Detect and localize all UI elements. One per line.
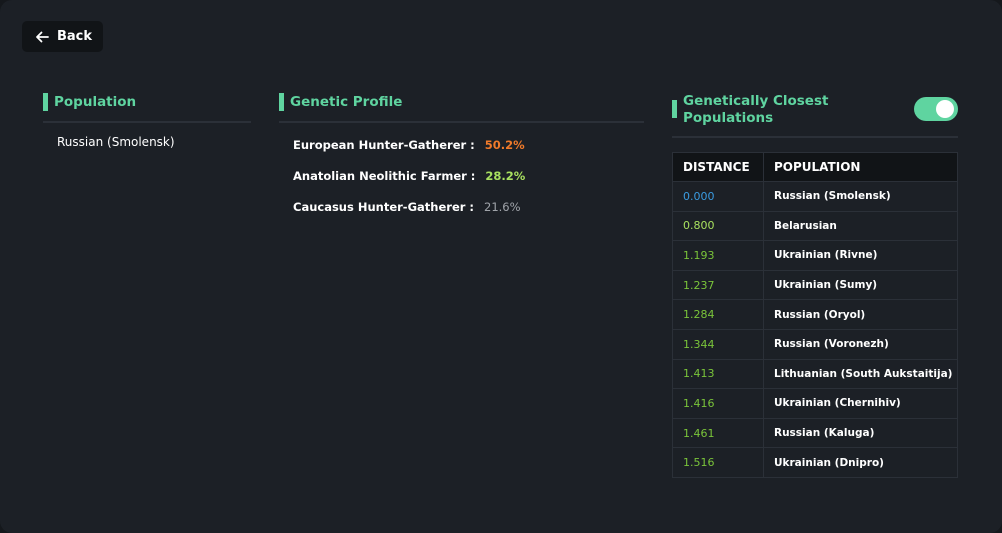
table-row: 1.461 Russian (Kaluga) <box>672 417 958 449</box>
distance-cell: 1.413 <box>672 358 764 390</box>
population-value: Russian (Smolensk) <box>57 135 175 149</box>
population-cell: Russian (Oryol) <box>763 299 958 330</box>
distance-cell: 1.516 <box>672 447 764 478</box>
distance-cell: 1.193 <box>672 240 764 271</box>
profile-value: 21.6% <box>484 200 521 214</box>
profile-value: 50.2% <box>484 138 525 152</box>
population-cell: Russian (Voronezh) <box>763 328 958 360</box>
genetic-profile-header: Genetic Profile <box>279 93 402 111</box>
distance-cell: 1.416 <box>672 388 764 419</box>
population-cell: Belarusian <box>763 210 958 242</box>
population-divider <box>43 121 251 123</box>
distance-column-header: DISTANCE <box>672 152 764 182</box>
table-header-row: DISTANCE POPULATION <box>672 152 958 182</box>
population-column-header: POPULATION <box>763 152 958 182</box>
distance-cell: 0.000 <box>672 181 764 212</box>
section-accent-bar <box>672 100 677 118</box>
distance-cell: 1.237 <box>672 269 764 301</box>
distance-cell: 1.344 <box>672 328 764 360</box>
table-row: 1.193 Ukrainian (Rivne) <box>672 240 958 271</box>
closest-populations-toggle[interactable] <box>914 97 958 121</box>
profile-row: European Hunter-Gatherer : 50.2% <box>293 138 525 152</box>
population-title: Population <box>54 94 137 110</box>
profile-row: Caucasus Hunter-Gatherer : 21.6% <box>293 200 521 214</box>
table-row: 1.237 Ukrainian (Sumy) <box>672 269 958 301</box>
closest-populations-divider <box>672 136 958 138</box>
genetic-profile-title: Genetic Profile <box>290 94 403 110</box>
population-cell: Ukrainian (Chernihiv) <box>763 388 958 419</box>
population-cell: Ukrainian (Dnipro) <box>763 447 958 478</box>
table-row: 1.516 Ukrainian (Dnipro) <box>672 447 958 478</box>
genetic-profile-divider <box>279 121 644 123</box>
table-row: 0.800 Belarusian <box>672 210 958 242</box>
back-button-label: Back <box>57 29 93 44</box>
arrow-left-icon <box>36 31 49 42</box>
toggle-knob <box>936 100 954 118</box>
population-header: Population <box>43 93 136 111</box>
back-button[interactable]: Back <box>22 21 103 52</box>
profile-value: 28.2% <box>485 169 526 183</box>
population-cell: Russian (Kaluga) <box>763 417 958 449</box>
distance-cell: 1.461 <box>672 417 764 449</box>
profile-label: Caucasus Hunter-Gatherer : <box>293 200 475 214</box>
profile-label: Anatolian Neolithic Farmer : <box>293 169 476 183</box>
table-row: 0.000 Russian (Smolensk) <box>672 181 958 212</box>
results-panel: Back Population Russian (Smolensk) Genet… <box>0 0 1002 533</box>
profile-row: Anatolian Neolithic Farmer : 28.2% <box>293 169 525 183</box>
table-row: 1.413 Lithuanian (South Aukstaitija) <box>672 358 958 390</box>
profile-label: European Hunter-Gatherer : <box>293 138 475 152</box>
table-row: 1.416 Ukrainian (Chernihiv) <box>672 388 958 419</box>
distance-cell: 1.284 <box>672 299 764 330</box>
population-cell: Ukrainian (Rivne) <box>763 240 958 271</box>
table-row: 1.344 Russian (Voronezh) <box>672 328 958 360</box>
table-row: 1.284 Russian (Oryol) <box>672 299 958 330</box>
population-cell: Ukrainian (Sumy) <box>763 269 958 301</box>
distance-table: DISTANCE POPULATION 0.000 Russian (Smolen… <box>672 152 958 478</box>
section-accent-bar <box>279 93 284 111</box>
closest-populations-title: Genetically Closest Populations <box>683 93 829 126</box>
population-cell: Lithuanian (South Aukstaitija) <box>763 358 958 390</box>
distance-cell: 0.800 <box>672 210 764 242</box>
section-accent-bar <box>43 93 48 111</box>
population-cell: Russian (Smolensk) <box>763 181 958 212</box>
